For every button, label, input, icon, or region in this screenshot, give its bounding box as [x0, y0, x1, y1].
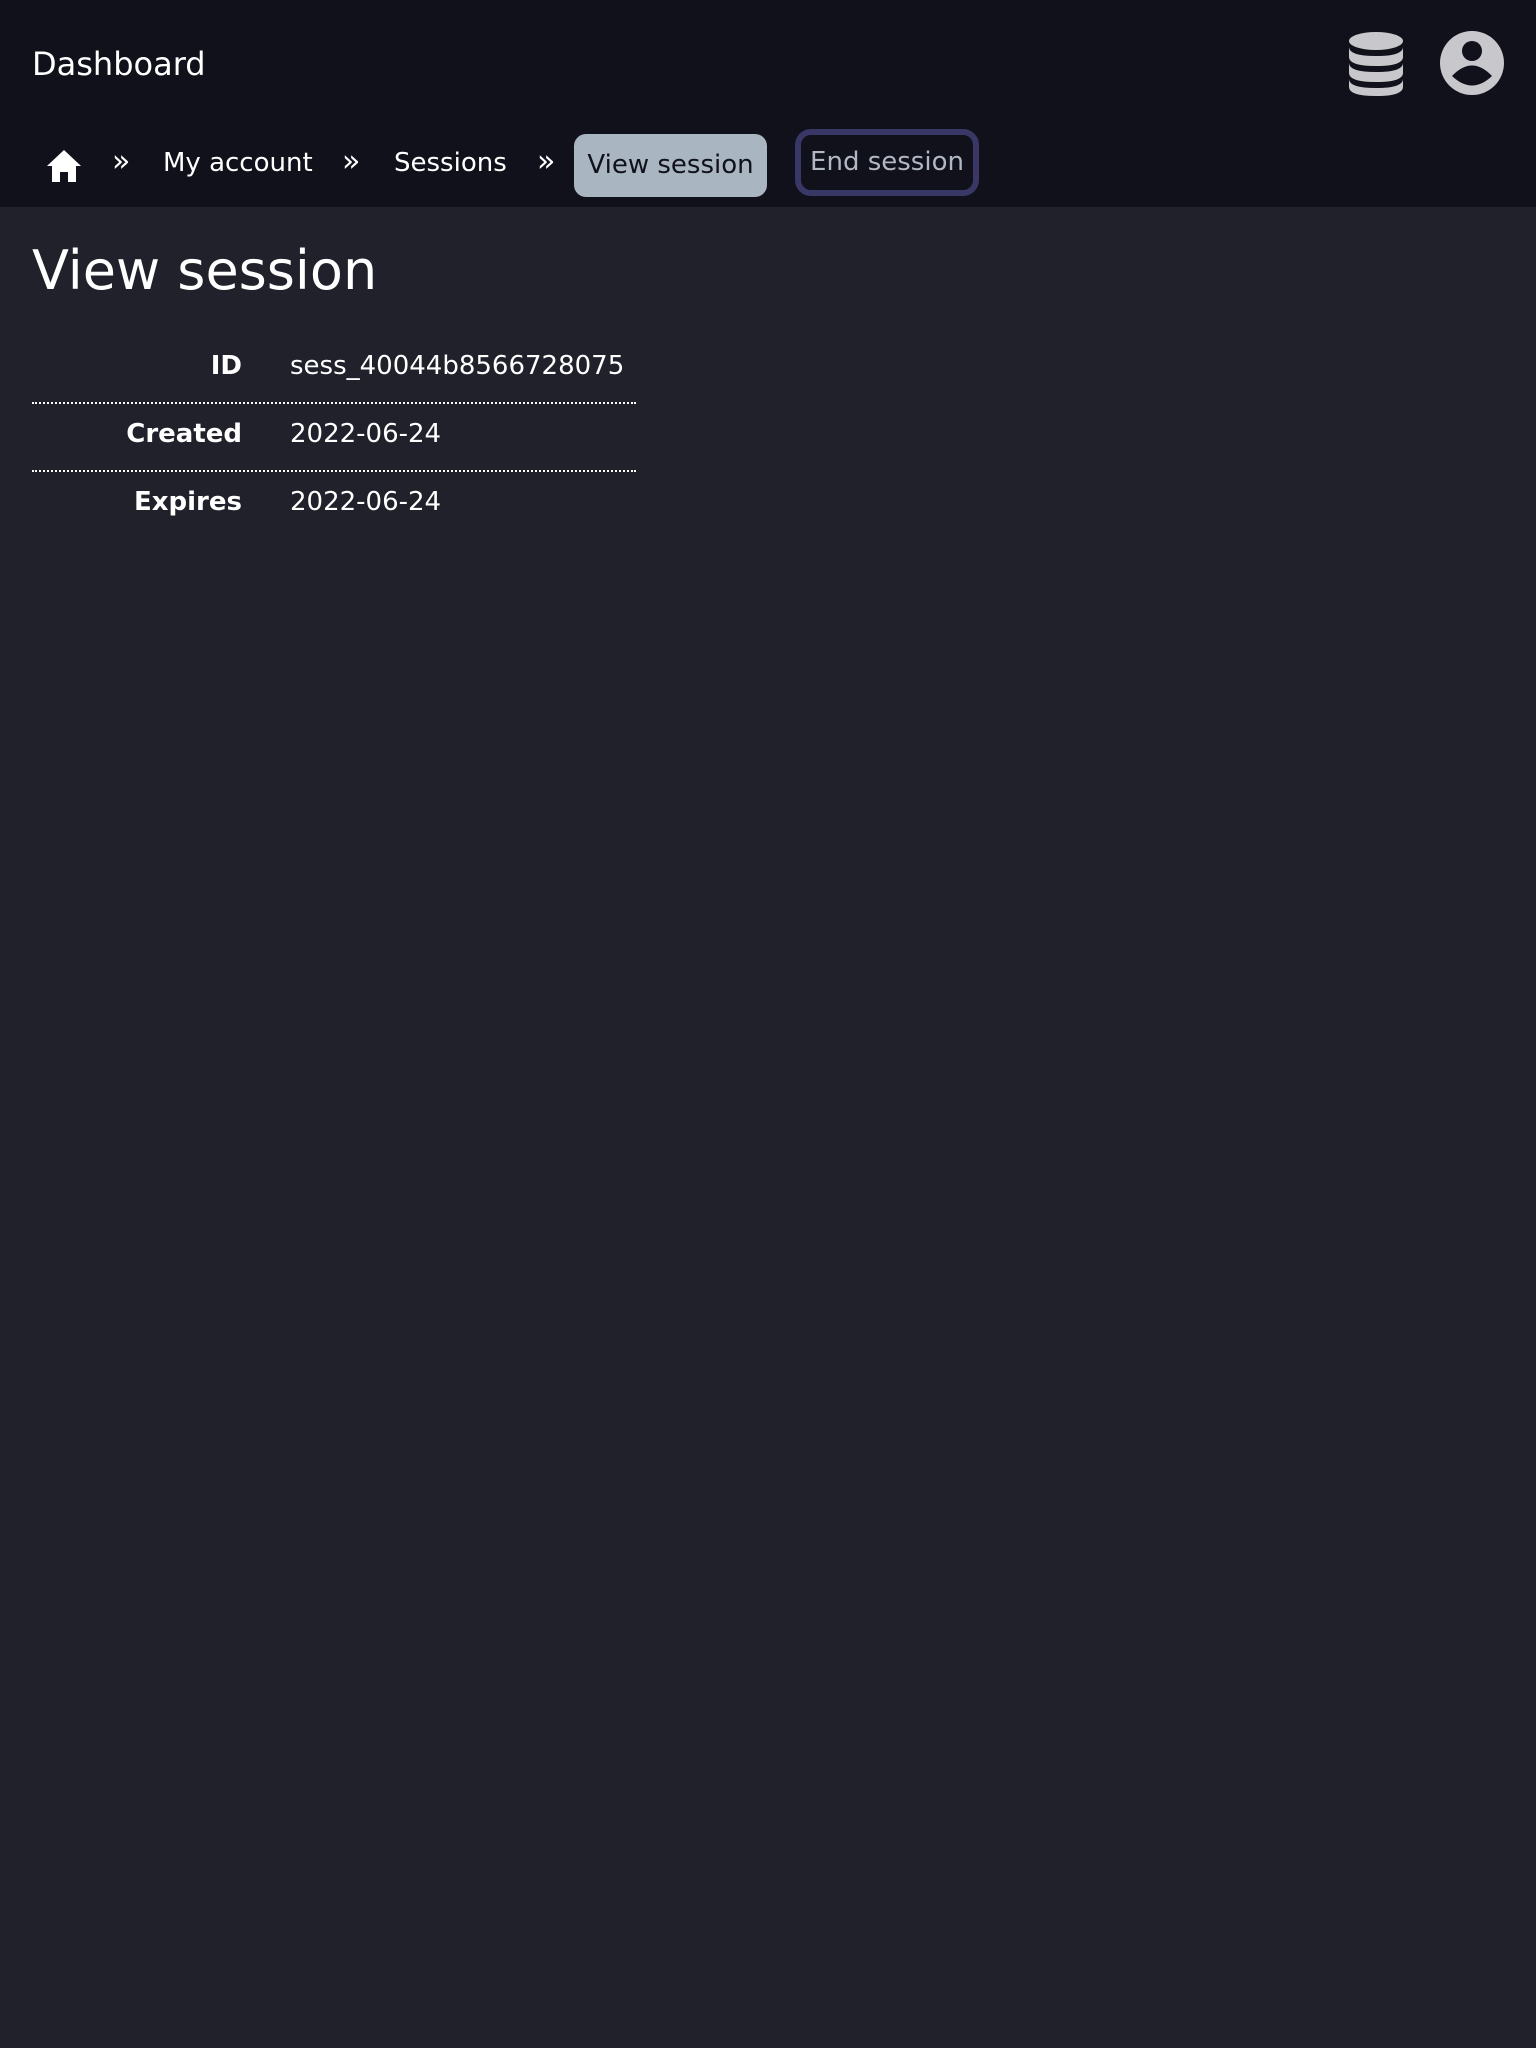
- detail-row-created: Created 2022-06-24: [32, 404, 636, 472]
- detail-row-expires: Expires 2022-06-24: [32, 472, 636, 538]
- breadcrumb-separator: »: [537, 144, 556, 179]
- detail-label: Expires: [134, 487, 242, 517]
- created-date-value: 2022-06-24: [290, 419, 442, 449]
- breadcrumb-my-account[interactable]: My account: [163, 143, 313, 183]
- app-title[interactable]: Dashboard: [32, 44, 206, 84]
- session-details-table: ID sess_40044b8566728075 Created 2022-06…: [32, 336, 636, 538]
- breadcrumb-separator: »: [342, 144, 361, 179]
- detail-row-id: ID sess_40044b8566728075: [32, 336, 636, 404]
- detail-label: Created: [126, 419, 242, 449]
- top-navigation-bar: Dashboard » My account » Sessions » View…: [0, 0, 1536, 207]
- user-circle-icon[interactable]: [1440, 31, 1504, 95]
- session-id-value: sess_40044b8566728075: [290, 351, 625, 381]
- expires-date-value: 2022-06-24: [290, 487, 442, 517]
- page-title: View session: [32, 239, 378, 302]
- detail-label: ID: [210, 351, 242, 381]
- breadcrumb-view-session-current[interactable]: View session: [574, 134, 767, 197]
- breadcrumb-sessions[interactable]: Sessions: [394, 143, 507, 183]
- home-icon[interactable]: [46, 149, 82, 183]
- breadcrumb-separator: »: [112, 144, 131, 179]
- end-session-button[interactable]: End session: [795, 129, 979, 196]
- database-icon[interactable]: [1348, 31, 1404, 97]
